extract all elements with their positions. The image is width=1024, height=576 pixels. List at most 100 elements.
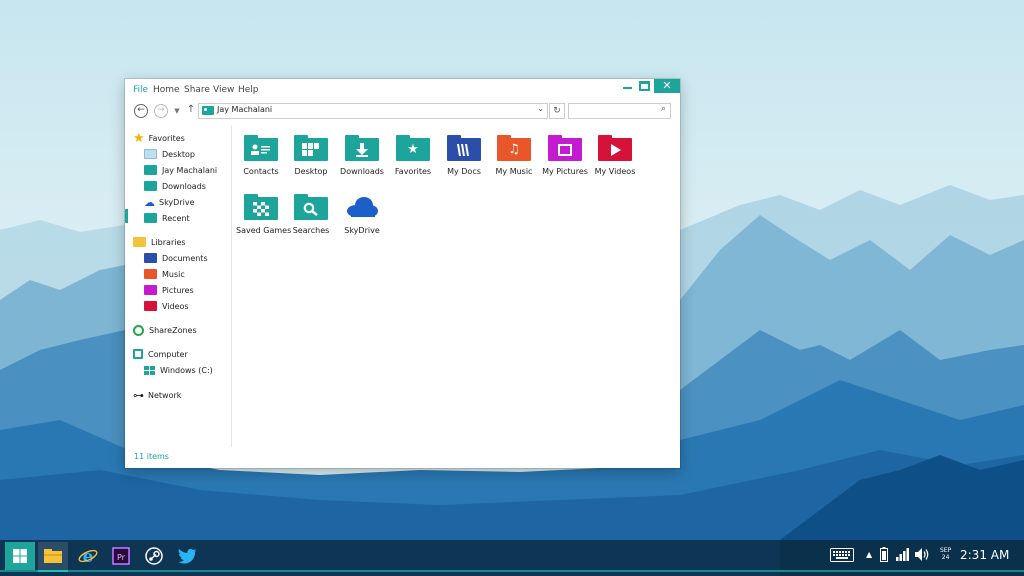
nav-videos[interactable]: Videos <box>144 299 189 313</box>
folder-shape <box>598 135 632 161</box>
taskbar-accent-line <box>0 570 1024 572</box>
taskbar-steam[interactable] <box>139 542 169 570</box>
folder-label: My Videos <box>594 167 636 176</box>
svg-text:e: e <box>83 547 94 566</box>
nav-network[interactable]: ⊶ Network <box>133 388 181 402</box>
nav-documents[interactable]: Documents <box>144 251 208 265</box>
address-bar[interactable]: Jay Machalani ⌄ <box>198 103 548 119</box>
folder-shape <box>345 135 379 161</box>
user-folder-icon <box>202 106 214 115</box>
folder-shape <box>447 135 481 161</box>
keyboard-button[interactable] <box>830 548 854 565</box>
nav-label: Pictures <box>162 285 194 295</box>
folder-label: My Pictures <box>542 167 588 176</box>
start-button[interactable] <box>5 542 35 570</box>
folder-view: Contacts Desktop Downloads ★ Favorites M… <box>232 125 680 447</box>
cloud-icon: ☁ <box>144 195 155 209</box>
menu-home[interactable]: Home <box>153 85 180 95</box>
folder-my-pictures[interactable]: My Pictures <box>540 135 590 176</box>
folder-shape: ♫ <box>497 135 531 161</box>
menu-view[interactable]: View <box>213 85 234 95</box>
folder-my-docs[interactable]: My Docs <box>439 135 489 176</box>
close-button[interactable]: ✕ <box>654 79 680 93</box>
menu-file[interactable]: File <box>133 85 148 95</box>
taskbar-internet-explorer[interactable]: e <box>73 542 103 570</box>
svg-text:Pr: Pr <box>117 553 126 562</box>
nav-windows-c[interactable]: Windows (C:) <box>144 363 213 377</box>
taskbar-file-explorer[interactable] <box>38 542 68 572</box>
menu-share[interactable]: Share <box>184 85 210 95</box>
nav-libraries[interactable]: Libraries <box>133 235 186 249</box>
arrow-left-icon: ← <box>137 105 145 115</box>
folder-downloads[interactable]: Downloads <box>337 135 387 176</box>
folder-desktop[interactable]: Desktop <box>286 135 336 176</box>
folder-saved-games[interactable]: Saved Games <box>236 194 291 235</box>
nav-favorites[interactable]: ★ Favorites <box>133 131 185 146</box>
maximize-icon <box>638 81 650 91</box>
nav-label: Music <box>162 269 185 279</box>
close-icon: ✕ <box>662 79 672 92</box>
search-input[interactable]: ⌕ <box>568 103 671 119</box>
magnifier-icon <box>294 197 328 220</box>
network-signal-button[interactable] <box>896 548 910 564</box>
recent-locations-button[interactable]: ▼ <box>173 106 181 118</box>
menu-help[interactable]: Help <box>238 85 259 95</box>
title-bar[interactable]: File Home Share View Help ✕ <box>125 79 680 101</box>
up-button[interactable]: ↑ <box>185 104 197 116</box>
nav-label: Network <box>148 390 182 400</box>
nav-desktop[interactable]: Desktop <box>144 147 195 161</box>
battery-button[interactable] <box>880 547 888 565</box>
folder-shape: ★ <box>396 135 430 161</box>
arrow-up-icon: ↑ <box>186 104 196 115</box>
nav-downloads[interactable]: Downloads <box>144 179 206 193</box>
clock-day: 24 <box>941 554 950 561</box>
volume-button[interactable] <box>915 548 931 564</box>
videos-icon <box>144 301 157 311</box>
refresh-button[interactable]: ↻ <box>549 103 565 119</box>
clock-time[interactable]: 2:31 AM <box>960 548 1009 562</box>
nav-label: Jay Machalani <box>162 165 218 175</box>
nav-recent[interactable]: Recent <box>144 211 190 225</box>
file-explorer-window[interactable]: File Home Share View Help ✕ ← → ▼ ↑ Jay … <box>125 79 680 468</box>
keyboard-icon <box>830 548 854 562</box>
folder-skydrive[interactable]: SkyDrive <box>337 194 387 235</box>
nav-music[interactable]: Music <box>144 267 185 281</box>
nav-computer[interactable]: Computer <box>133 347 188 361</box>
nav-skydrive[interactable]: ☁ SkyDrive <box>144 195 195 209</box>
nav-pictures[interactable]: Pictures <box>144 283 194 297</box>
show-hidden-icons-button[interactable]: ▲ <box>866 550 872 559</box>
picture-frame-icon <box>548 138 582 161</box>
folder-icon <box>44 549 62 563</box>
folder-my-music[interactable]: ♫ My Music <box>489 135 539 176</box>
taskbar-premiere[interactable]: Pr <box>106 542 136 570</box>
download-arrow-icon <box>345 138 379 161</box>
forward-button[interactable]: → <box>154 104 168 118</box>
clock-date[interactable]: SEP 24 <box>940 547 951 561</box>
maximize-button[interactable] <box>636 79 652 93</box>
back-button[interactable]: ← <box>134 104 148 118</box>
star-icon: ★ <box>407 142 419 157</box>
folder-shape <box>244 194 278 220</box>
taskbar-twitter[interactable] <box>173 542 203 570</box>
sharezones-icon <box>133 324 144 336</box>
document-lines-icon <box>447 138 481 161</box>
nav-label: Recent <box>162 213 190 223</box>
music-icon <box>144 269 157 279</box>
nav-label: Documents <box>162 253 208 263</box>
folder-contacts[interactable]: Contacts <box>236 135 286 176</box>
speaker-icon <box>915 548 929 561</box>
chevron-down-icon[interactable]: ⌄ <box>537 104 544 113</box>
contact-card-icon <box>244 138 278 161</box>
recent-icon <box>144 213 157 223</box>
nav-label: ShareZones <box>149 325 197 335</box>
twitter-bird-icon <box>178 548 197 564</box>
nav-jay-machalani[interactable]: Jay Machalani <box>144 163 217 177</box>
nav-label: Libraries <box>151 237 186 247</box>
folder-searches[interactable]: Searches <box>286 194 336 235</box>
minimize-button[interactable] <box>619 79 635 93</box>
folder-favorites[interactable]: ★ Favorites <box>388 135 438 176</box>
folder-shape <box>345 194 379 220</box>
folder-my-videos[interactable]: My Videos <box>590 135 640 176</box>
nav-label: Computer <box>148 349 188 359</box>
nav-sharezones[interactable]: ShareZones <box>133 323 197 337</box>
